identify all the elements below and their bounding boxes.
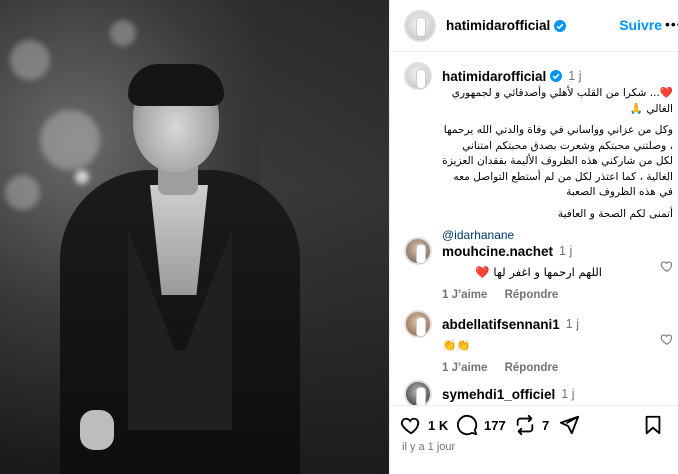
posted-time[interactable]: il y a 1 jour: [402, 441, 455, 453]
comment-text: اللهم ارحمها و اغفر لها ❤️: [475, 265, 602, 279]
comment-time[interactable]: 1 j: [559, 244, 572, 258]
avatar[interactable]: [404, 62, 432, 90]
bokeh-light: [75, 170, 89, 184]
bokeh-light: [40, 110, 100, 170]
bokeh-light: [5, 175, 40, 210]
bokeh-light: [110, 20, 136, 46]
repost-count[interactable]: 7: [542, 418, 549, 433]
verified-badge-icon: [554, 19, 567, 32]
comment-item: abdellatifsennani1 1 j 👏👏 1 J’aime Répon…: [404, 310, 673, 374]
comment-action[interactable]: 177: [456, 414, 506, 436]
comment-username[interactable]: abdellatifsennani1: [442, 317, 560, 332]
comment-time[interactable]: 1 j: [561, 387, 574, 401]
heart-icon[interactable]: [660, 259, 674, 273]
bokeh-light: [10, 40, 50, 80]
repost-icon[interactable]: [514, 414, 536, 436]
post-photo[interactable]: [0, 0, 389, 474]
comment-username[interactable]: mouhcine.nachet: [442, 244, 553, 259]
comment-likes[interactable]: 1 J’aime: [442, 362, 487, 374]
comment-count[interactable]: 177: [484, 418, 506, 433]
comment-item: mouhcine.nachet 1 j اللهم ارحمها و اغفر …: [404, 237, 673, 301]
avatar[interactable]: [404, 380, 432, 408]
post-caption: hatimidarofficial 1 j ❤️... شكرا من القل…: [404, 62, 678, 242]
heart-icon[interactable]: [660, 332, 674, 346]
comment-header: symehdi1_officiel 1 j: [404, 380, 664, 408]
heart-icon[interactable]: [400, 414, 422, 436]
comment-text: 👏👏: [442, 338, 471, 352]
caption-line: ❤️... شكرا من القلب لأهلي وأصدقائي و لجم…: [451, 87, 673, 115]
avatar[interactable]: [404, 237, 432, 265]
post-side-panel: hatimidarofficial Suivre ••• hatimidarof…: [389, 0, 678, 474]
comment-header: abdellatifsennani1 1 j: [404, 310, 664, 338]
reply-button[interactable]: Répondre: [505, 362, 559, 374]
person-hair: [128, 64, 224, 106]
caption-text: ❤️... شكرا من القلب لأهلي وأصدقائي و لجم…: [442, 86, 678, 222]
comment-username[interactable]: symehdi1_officiel: [442, 387, 555, 402]
save-action[interactable]: [642, 414, 664, 436]
bookmark-icon[interactable]: [642, 414, 664, 436]
avatar[interactable]: [404, 9, 436, 42]
caption-username[interactable]: hatimidarofficial: [442, 69, 546, 84]
more-options-icon[interactable]: •••: [665, 16, 678, 32]
comment-header: mouhcine.nachet 1 j: [404, 237, 664, 265]
comment-item: symehdi1_officiel 1 j: [404, 380, 664, 408]
reply-button[interactable]: Répondre: [505, 289, 559, 301]
post-header: hatimidarofficial Suivre •••: [390, 0, 678, 52]
comment-actions: 1 J’aime Répondre: [442, 362, 664, 374]
comment-time[interactable]: 1 j: [566, 317, 579, 331]
comment-likes[interactable]: 1 J’aime: [442, 289, 487, 301]
comment-actions: 1 J’aime Répondre: [442, 289, 664, 301]
avatar[interactable]: [404, 310, 432, 338]
verified-badge-icon: [550, 70, 563, 82]
caption-line: أتمنى لكم الصحة و العافية: [557, 207, 673, 220]
caption-line: وكل من عزاني وواساني في وفاة والدتي الله…: [442, 124, 673, 198]
send-icon[interactable]: [558, 414, 580, 436]
caption-time[interactable]: 1 j: [568, 69, 581, 83]
header-username[interactable]: hatimidarofficial: [446, 18, 550, 33]
post-actions-bar: 1 K 177 7 il y a 1 jour: [390, 405, 678, 474]
person-hand: [80, 410, 114, 450]
share-action[interactable]: [558, 414, 580, 436]
comment-icon[interactable]: [456, 414, 478, 436]
follow-button[interactable]: Suivre: [619, 17, 662, 33]
repost-action[interactable]: 7: [514, 414, 549, 436]
like-action[interactable]: 1 K: [400, 414, 448, 436]
like-count[interactable]: 1 K: [428, 418, 448, 433]
